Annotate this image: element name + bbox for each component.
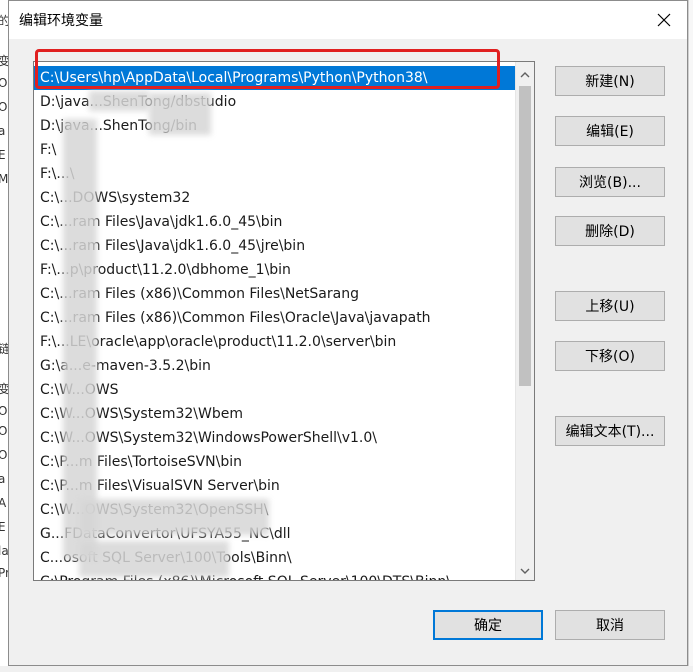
red-highlight-annotation bbox=[35, 49, 500, 89]
move-down-button[interactable]: 下移(O) bbox=[555, 341, 665, 371]
edit-environment-variable-dialog: 编辑环境变量 C:\Users\hp\AppData\Local\Program… bbox=[8, 0, 688, 666]
new-button[interactable]: 新建(N) bbox=[555, 66, 665, 96]
redaction-blur bbox=[89, 91, 149, 111]
path-list-item[interactable]: G:\a...e-maven-3.5.2\bin bbox=[34, 354, 515, 378]
edit-text-button[interactable]: 编辑文本(T)... bbox=[555, 416, 665, 446]
background-text-fragment: A bbox=[0, 496, 6, 510]
ok-button[interactable]: 确定 bbox=[433, 610, 543, 640]
redaction-blur bbox=[79, 541, 229, 577]
move-up-button[interactable]: 上移(U) bbox=[555, 291, 665, 321]
edit-button[interactable]: 编辑(E) bbox=[555, 116, 665, 146]
background-text-fragment: a bbox=[0, 124, 5, 138]
background-window-right-edge bbox=[688, 0, 693, 672]
path-list-item[interactable]: F:\...p\product\11.2.0\dbhome_1\bin bbox=[34, 258, 515, 282]
redaction-blur bbox=[149, 93, 211, 135]
cancel-button[interactable]: 取消 bbox=[555, 610, 665, 640]
path-list-item[interactable]: D:\java...ShenTong/bin bbox=[34, 114, 515, 138]
path-list-item[interactable]: C:\...ram Files (x86)\Common Files\NetSa… bbox=[34, 282, 515, 306]
path-list-scrollbar[interactable] bbox=[515, 62, 534, 580]
chevron-up-icon bbox=[520, 64, 530, 83]
path-list-item[interactable]: C:\W...OWS\System32\WindowsPowerShell\v1… bbox=[34, 426, 515, 450]
redaction-blur bbox=[79, 499, 269, 535]
browse-button[interactable]: 浏览(B)... bbox=[555, 167, 665, 197]
background-text-fragment: E bbox=[0, 148, 6, 162]
close-button[interactable] bbox=[641, 1, 687, 39]
path-list-item[interactable]: F:\...\ bbox=[34, 162, 515, 186]
path-list-item[interactable]: C:\P...m Files\TortoiseSVN\bin bbox=[34, 450, 515, 474]
path-list-item[interactable]: F:\ bbox=[34, 138, 515, 162]
scroll-down-button[interactable] bbox=[516, 560, 534, 578]
path-list-item[interactable]: F:\...LE\oracle\app\oracle\product\11.2.… bbox=[34, 330, 515, 354]
dialog-title: 编辑环境变量 bbox=[19, 13, 103, 29]
chevron-down-icon bbox=[520, 560, 530, 579]
delete-button[interactable]: 删除(D) bbox=[555, 216, 665, 246]
path-list-item[interactable]: C:\...ram Files (x86)\Common Files\Oracl… bbox=[34, 306, 515, 330]
path-list-item[interactable]: C:\W...OWS\System32\Wbem bbox=[34, 402, 515, 426]
path-list-item[interactable]: C:\...ram Files\Java\jdk1.6.0_45\jre\bin bbox=[34, 234, 515, 258]
path-list-item[interactable]: C:\P...m Files\VisualSVN Server\bin bbox=[34, 474, 515, 498]
close-icon bbox=[657, 13, 671, 27]
background-window-bottom-edge bbox=[0, 666, 693, 672]
scroll-up-button[interactable] bbox=[516, 64, 534, 82]
path-list-item[interactable]: C:\W...OWS bbox=[34, 378, 515, 402]
redaction-blur bbox=[63, 119, 97, 559]
scroll-thumb[interactable] bbox=[519, 86, 531, 386]
dialog-titlebar[interactable]: 编辑环境变量 bbox=[9, 1, 687, 39]
background-text-fragment: a bbox=[0, 472, 5, 486]
path-list-item[interactable]: C:\...ram Files\Java\jdk1.6.0_45\bin bbox=[34, 210, 515, 234]
path-list-item[interactable]: C:\...DOWS\system32 bbox=[34, 186, 515, 210]
background-text-fragment: E bbox=[0, 520, 6, 534]
